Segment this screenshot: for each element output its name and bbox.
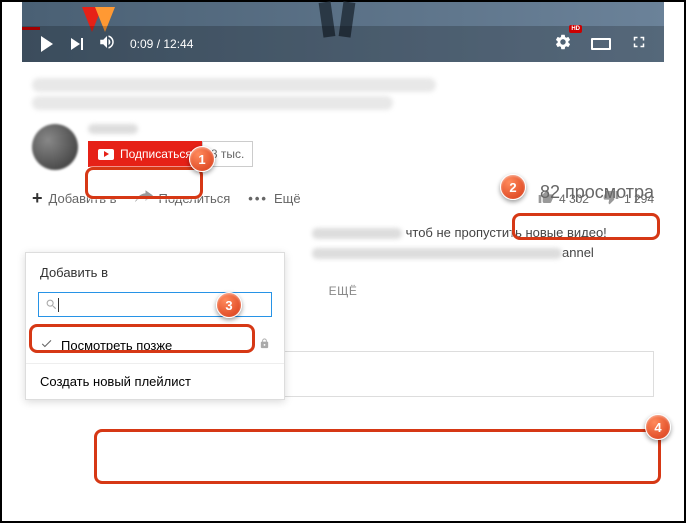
volume-button[interactable]: [92, 29, 122, 59]
player-controls: 0:09 / 12:44 HD: [22, 26, 664, 62]
add-to-label: Добавить в: [49, 191, 117, 206]
cinema-icon: [591, 38, 611, 50]
search-icon: [45, 298, 58, 311]
view-count: 82 просмотра: [540, 182, 654, 203]
subscribe-label: Подписаться: [120, 147, 192, 161]
watch-later-label: Посмотреть позже: [61, 338, 172, 353]
next-button[interactable]: [62, 29, 92, 59]
play-icon: [41, 36, 53, 52]
settings-button[interactable]: HD: [548, 29, 578, 59]
more-label: Ещё: [274, 191, 301, 206]
video-description: чтоб не пропустить новые видео! annel: [312, 223, 654, 262]
fullscreen-button[interactable]: [624, 29, 654, 59]
dots-icon: •••: [248, 191, 268, 206]
fullscreen-icon: [630, 33, 648, 56]
add-to-button[interactable]: + Добавить в: [32, 188, 117, 209]
watch-later-item[interactable]: Посмотреть позже: [26, 327, 284, 363]
volume-icon: [98, 33, 116, 56]
cinema-button[interactable]: [586, 29, 616, 59]
subscribe-button[interactable]: Подписаться: [88, 141, 202, 167]
time-display: 0:09 / 12:44: [130, 37, 193, 51]
share-label: Поделиться: [159, 191, 231, 206]
callout-badge-4: 4: [645, 414, 671, 440]
check-icon: [40, 337, 53, 353]
dropdown-title: Добавить в: [26, 253, 284, 288]
youtube-icon: [98, 149, 114, 160]
next-icon: [71, 38, 83, 50]
callout-highlight-4: [94, 429, 661, 484]
channel-avatar[interactable]: [32, 124, 78, 170]
add-to-dropdown: Добавить в Посмотреть позже Создать новы…: [25, 252, 285, 400]
create-playlist-item[interactable]: Создать новый плейлист: [26, 364, 284, 399]
share-button[interactable]: Поделиться: [135, 190, 231, 207]
more-button[interactable]: ••• Ещё: [248, 191, 300, 206]
play-button[interactable]: [32, 29, 62, 59]
callout-badge-2: 2: [500, 174, 526, 200]
video-title: [32, 78, 654, 114]
share-icon: [135, 190, 153, 207]
channel-row: Подписаться 8 тыс.: [32, 124, 654, 170]
channel-name[interactable]: [88, 124, 138, 134]
callout-badge-3: 3: [216, 292, 242, 318]
callout-badge-1: 1: [189, 146, 215, 172]
video-player[interactable]: 0:09 / 12:44 HD: [22, 2, 664, 62]
plus-icon: +: [32, 188, 43, 209]
lock-icon: [259, 337, 270, 353]
gear-icon: [554, 33, 572, 56]
hd-badge: HD: [569, 25, 582, 33]
